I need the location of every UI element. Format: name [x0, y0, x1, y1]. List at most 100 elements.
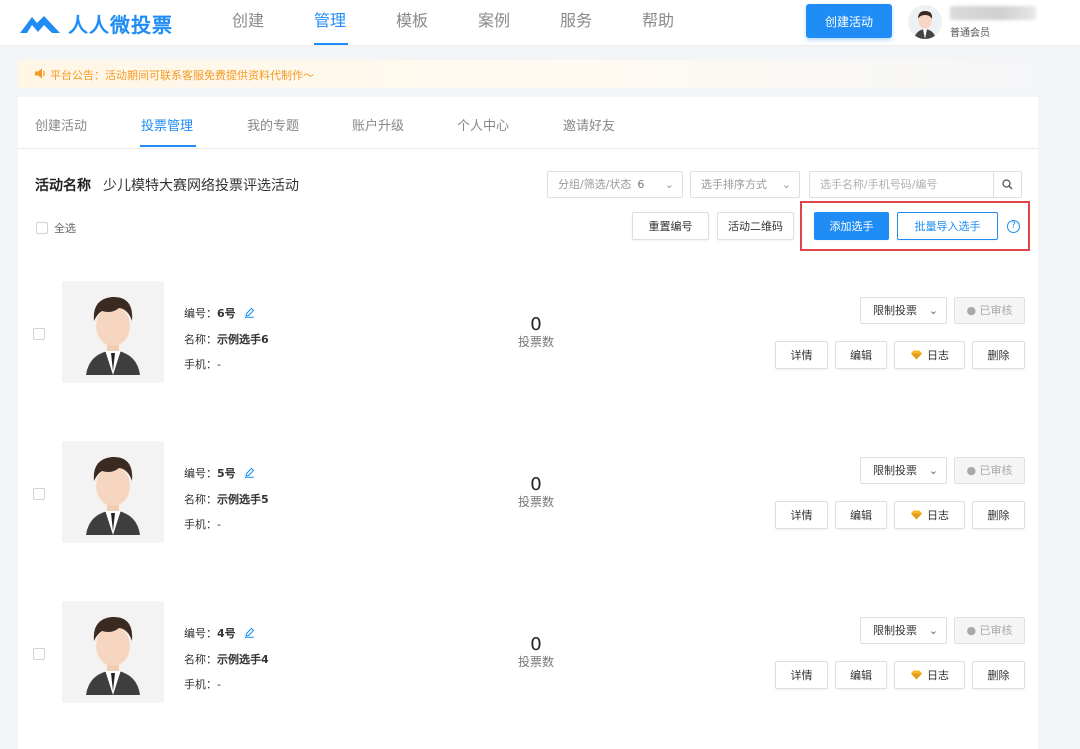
gem-icon [910, 670, 923, 683]
edit-pen-icon[interactable] [244, 622, 255, 647]
name-label: 名称： [184, 333, 217, 346]
detail-button[interactable]: 详情 [775, 661, 828, 689]
log-button[interactable]: 日志 [894, 501, 965, 529]
delete-button[interactable]: 删除 [972, 661, 1025, 689]
phone-label: 手机： [184, 518, 217, 531]
player-number: 6号 [217, 307, 236, 320]
player-info: 编号：6号 名称：示例选手6 手机：- [184, 301, 269, 377]
row-checkbox[interactable] [33, 488, 45, 500]
log-button[interactable]: 日志 [894, 341, 965, 369]
announcement-text: 平台公告：活动期间可联系客服免费提供资料代制作～ [50, 69, 314, 82]
group-filter-count: 6 [637, 178, 645, 191]
vote-count: 0 投票数 [508, 475, 564, 510]
site-logo[interactable]: 人人微投票 [18, 9, 173, 38]
limit-vote-dropdown[interactable]: 限制投票 ⌄ [860, 297, 947, 324]
user-level: 普通会员 [950, 28, 990, 39]
delete-button[interactable]: 删除 [972, 341, 1025, 369]
sort-label: 选手排序方式 [701, 178, 767, 191]
limit-vote-label: 限制投票 [873, 624, 917, 637]
player-phone: - [217, 678, 221, 691]
player-info: 编号：5号 名称：示例选手5 手机：- [184, 461, 269, 537]
tab-vote-manage[interactable]: 投票管理 [141, 115, 193, 134]
detail-button[interactable]: 详情 [775, 341, 828, 369]
tab-my-topics[interactable]: 我的专题 [247, 115, 299, 134]
limit-vote-label: 限制投票 [873, 464, 917, 477]
tab-create-activity[interactable]: 创建活动 [35, 115, 87, 134]
subtab-active-indicator [140, 145, 196, 147]
edit-button[interactable]: 编辑 [835, 501, 887, 529]
player-photo[interactable] [62, 281, 164, 383]
search-icon [1002, 179, 1013, 190]
player-phone: - [217, 358, 221, 371]
player-name: 示例选手6 [217, 333, 269, 346]
player-number: 5号 [217, 467, 236, 480]
create-activity-button[interactable]: 创建活动 [806, 4, 892, 38]
qrcode-button[interactable]: 活动二维码 [717, 212, 794, 240]
player-name: 示例选手4 [217, 653, 269, 666]
chevron-down-icon: ⌄ [928, 464, 938, 477]
log-label: 日志 [927, 669, 949, 682]
log-label: 日志 [927, 509, 949, 522]
vote-count-label: 投票数 [517, 335, 554, 349]
help-icon[interactable]: ? [1007, 220, 1020, 233]
tab-invite-friends[interactable]: 邀请好友 [563, 115, 615, 134]
player-info: 编号：4号 名称：示例选手4 手机：- [184, 621, 269, 697]
nav-item-service[interactable]: 服务 [560, 0, 642, 46]
sort-select[interactable]: 选手排序方式 ⌄ [690, 171, 800, 198]
player-row: 编号：4号 名称：示例选手4 手机：- 0 投票数 限制投票 ⌄ ● 已审核 详… [18, 601, 1038, 705]
player-photo[interactable] [62, 601, 164, 703]
edit-pen-icon[interactable] [244, 302, 255, 327]
vote-count-number: 0 [530, 314, 542, 335]
gem-icon [910, 350, 923, 363]
audited-status-badge: ● 已审核 [954, 297, 1025, 324]
player-avatar-icon [62, 601, 164, 703]
add-player-button[interactable]: 添加选手 [814, 212, 889, 240]
select-all-checkbox[interactable]: 全选 [36, 220, 76, 236]
group-filter-select[interactable]: 分组/筛选/状态 6 ⌄ [547, 171, 683, 198]
log-label: 日志 [927, 349, 949, 362]
vote-count-label: 投票数 [517, 495, 554, 509]
top-navbar: 人人微投票 创建 管理 模板 案例 服务 帮助 创建活动 普通会员 [0, 0, 1080, 46]
player-name: 示例选手5 [217, 493, 269, 506]
nav-item-help[interactable]: 帮助 [642, 0, 724, 46]
detail-button[interactable]: 详情 [775, 501, 828, 529]
audited-status-badge: ● 已审核 [954, 617, 1025, 644]
vote-count-number: 0 [530, 634, 542, 655]
edit-pen-icon[interactable] [244, 462, 255, 487]
log-button[interactable]: 日志 [894, 661, 965, 689]
edit-button[interactable]: 编辑 [835, 341, 887, 369]
search-button[interactable] [993, 172, 1021, 197]
checkbox[interactable] [36, 222, 48, 234]
chevron-down-icon: ⌄ [928, 304, 938, 317]
limit-vote-dropdown[interactable]: 限制投票 ⌄ [860, 457, 947, 484]
nav-item-template[interactable]: 模板 [396, 0, 478, 46]
phone-label: 手机： [184, 678, 217, 691]
user-avatar[interactable] [908, 5, 942, 39]
chevron-down-icon: ⌄ [928, 624, 938, 637]
vote-count-label: 投票数 [517, 655, 554, 669]
player-photo[interactable] [62, 441, 164, 543]
row-checkbox[interactable] [33, 328, 45, 340]
nav-active-indicator [314, 43, 348, 45]
vote-count: 0 投票数 [508, 634, 564, 670]
activity-name: 少儿模特大赛网络投票评选活动 [103, 178, 299, 194]
nav-item-create[interactable]: 创建 [232, 0, 314, 46]
delete-button[interactable]: 删除 [972, 501, 1025, 529]
vote-count: 0 投票数 [508, 314, 564, 350]
batch-import-button[interactable]: 批量导入选手 [897, 212, 998, 240]
player-search [809, 171, 1022, 198]
chevron-down-icon: ⌄ [664, 178, 674, 191]
renumber-button[interactable]: 重置编号 [632, 212, 709, 240]
edit-button[interactable]: 编辑 [835, 661, 887, 689]
name-label: 名称： [184, 493, 217, 506]
limit-vote-dropdown[interactable]: 限制投票 ⌄ [860, 617, 947, 644]
nav-item-manage[interactable]: 管理 [314, 0, 396, 46]
select-all-label: 全选 [54, 222, 76, 235]
row-checkbox[interactable] [33, 648, 45, 660]
tab-account-upgrade[interactable]: 账户升级 [352, 115, 404, 134]
tab-personal-center[interactable]: 个人中心 [457, 115, 509, 134]
limit-vote-label: 限制投票 [873, 304, 917, 317]
search-input[interactable] [810, 172, 994, 197]
player-number: 4号 [217, 627, 236, 640]
nav-item-cases[interactable]: 案例 [478, 0, 560, 46]
